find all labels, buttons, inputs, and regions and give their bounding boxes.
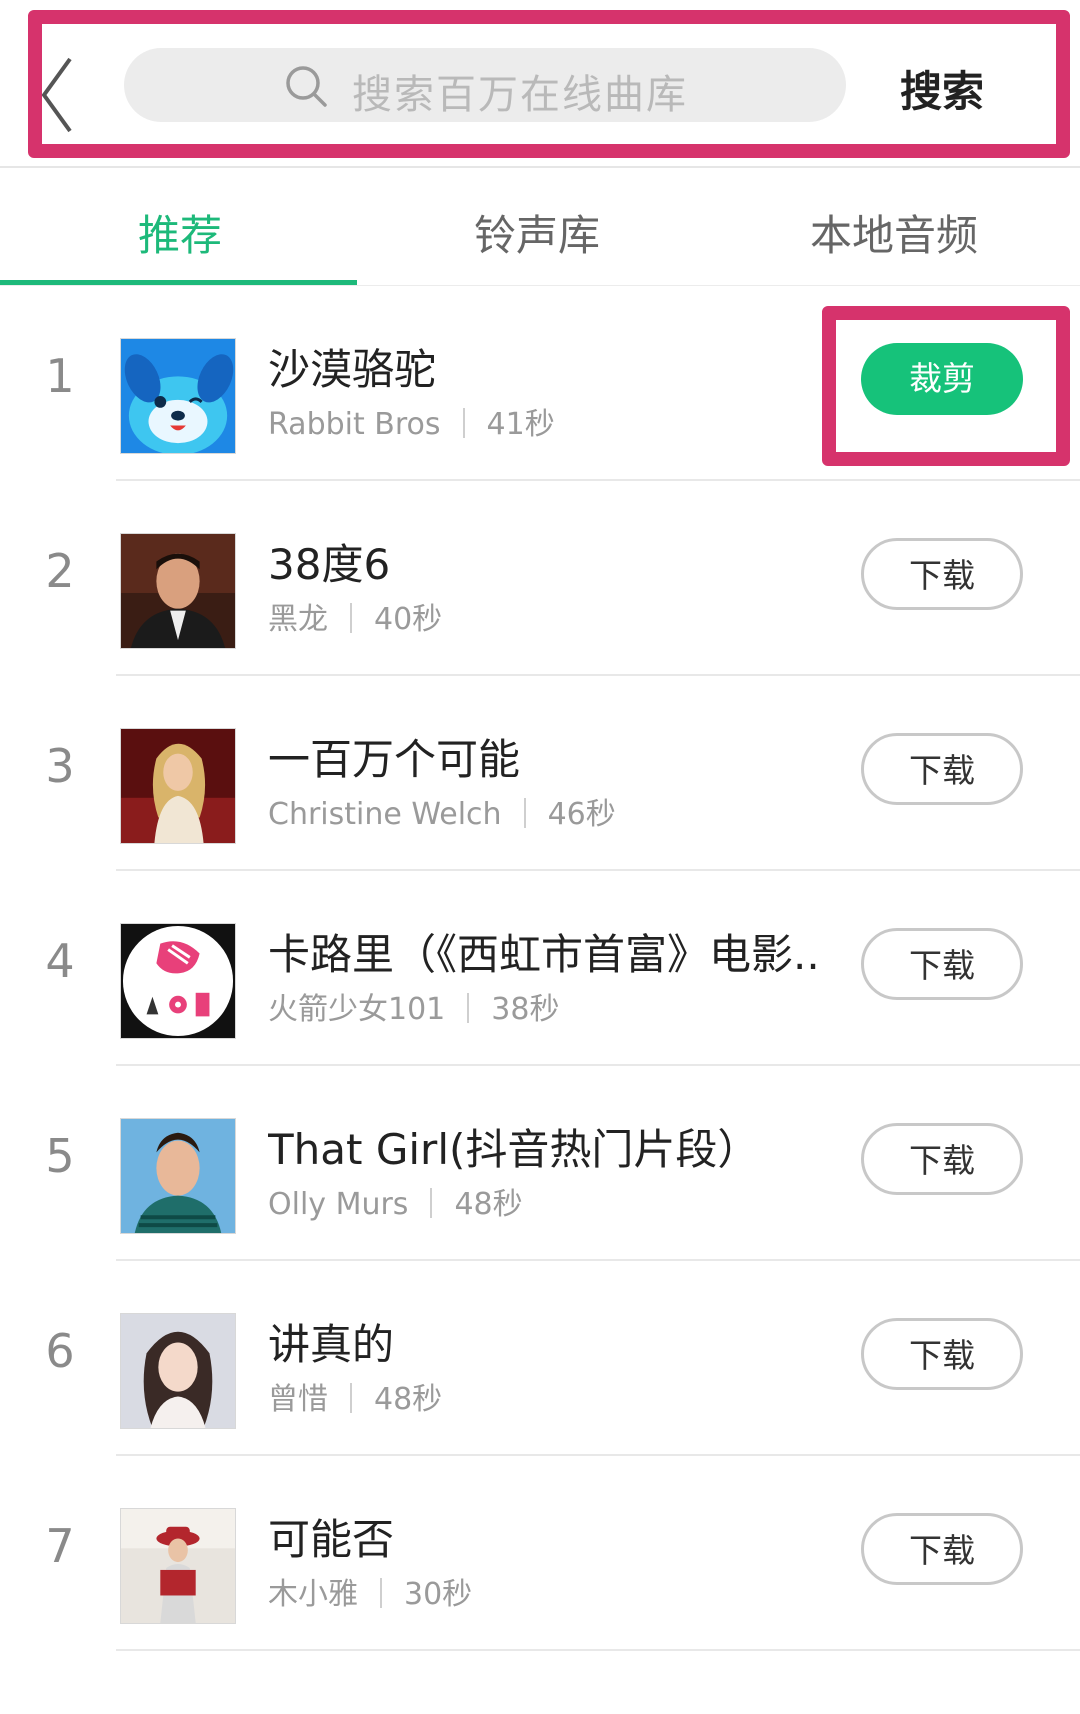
- tab-recommended[interactable]: 推荐: [0, 202, 360, 263]
- list-item[interactable]: 2 38度6 黑龙 40秒 下载: [0, 481, 1080, 676]
- rocket-girls-logo-cover-icon: [120, 923, 236, 1039]
- download-button[interactable]: 下载: [861, 1513, 1023, 1585]
- meta-separator: [430, 1188, 433, 1218]
- song-meta: Rabbit Bros 41秒: [268, 399, 555, 443]
- download-button[interactable]: 下载: [861, 733, 1023, 805]
- list-item[interactable]: 1 沙漠骆驼 Rabbit Bros 41秒 裁剪: [0, 286, 1080, 481]
- song-duration: 41秒: [486, 407, 555, 442]
- download-button[interactable]: 下载: [861, 1318, 1023, 1390]
- meta-separator: [350, 1383, 352, 1413]
- list-item[interactable]: 6 讲真的 曾惜 48秒 下载: [0, 1261, 1080, 1456]
- song-meta: 曾惜 48秒: [268, 1374, 442, 1418]
- song-artist: Christine Welch: [268, 797, 502, 832]
- blue-dog-cover-icon: [120, 338, 236, 454]
- man-portrait-cover-icon: [120, 533, 236, 649]
- meta-separator: [523, 798, 526, 828]
- woman-red-room-cover-icon: [120, 728, 236, 844]
- song-meta: 黑龙 40秒: [268, 594, 442, 638]
- song-artist: Rabbit Bros: [268, 407, 441, 442]
- list-item[interactable]: 7 可能否 木小雅 30秒 下载: [0, 1456, 1080, 1651]
- song-rank: 7: [45, 1519, 75, 1573]
- song-title: 可能否: [268, 1515, 395, 1564]
- tab-bar: 推荐 铃声库 本地音频: [0, 168, 1080, 286]
- tab-local-audio[interactable]: 本地音频: [714, 202, 1074, 263]
- list-item[interactable]: 3 一百万个可能 Christine Welch 46秒 下载: [0, 676, 1080, 871]
- song-duration: 30秒: [404, 1577, 473, 1612]
- song-title: 卡路里（《西虹市首富》电影..: [268, 930, 820, 979]
- crop-highlight-box: [822, 306, 1070, 466]
- song-title: 一百万个可能: [268, 735, 521, 784]
- song-duration: 38秒: [491, 992, 560, 1027]
- song-title: 讲真的: [268, 1320, 395, 1369]
- meta-separator: [467, 993, 470, 1023]
- list-item[interactable]: 5 That Girl(抖音热门片段） Olly Murs 48秒 下载: [0, 1066, 1080, 1261]
- song-duration: 40秒: [374, 602, 443, 637]
- song-meta: Olly Murs 48秒: [268, 1179, 523, 1223]
- song-artist: 火箭少女101: [268, 992, 446, 1027]
- top-search-bar: 搜索百万在线曲库 搜索: [0, 0, 1080, 170]
- meta-separator: [350, 603, 352, 633]
- woman-portrait-cover-icon: [120, 1313, 236, 1429]
- song-meta: 火箭少女101 38秒: [268, 984, 559, 1028]
- song-title: 沙漠骆驼: [268, 345, 437, 394]
- song-duration: 48秒: [374, 1382, 443, 1417]
- song-title: 38度6: [268, 540, 391, 589]
- tab-ringtone-library[interactable]: 铃声库: [357, 202, 717, 263]
- download-button[interactable]: 下载: [861, 538, 1023, 610]
- song-rank: 1: [45, 349, 75, 403]
- song-title: That Girl(抖音热门片段）: [268, 1125, 760, 1174]
- song-artist: Olly Murs: [268, 1187, 409, 1222]
- download-button[interactable]: 下载: [861, 1123, 1023, 1195]
- row-divider: [116, 1649, 1080, 1651]
- list-item[interactable]: 4 卡路里（《西虹市首富》电影.. 火箭少女101 38秒 下载: [0, 871, 1080, 1066]
- song-meta: 木小雅 30秒: [268, 1569, 472, 1613]
- song-artist: 黑龙: [268, 602, 328, 637]
- girl-red-hat-cover-icon: [120, 1508, 236, 1624]
- meta-separator: [380, 1578, 382, 1608]
- song-rank: 4: [45, 934, 75, 988]
- song-rank: 5: [45, 1129, 75, 1183]
- song-rank: 2: [45, 544, 75, 598]
- song-duration: 48秒: [454, 1187, 523, 1222]
- meta-separator: [462, 408, 465, 438]
- song-rank: 3: [45, 739, 75, 793]
- download-button[interactable]: 下载: [861, 928, 1023, 1000]
- song-meta: Christine Welch 46秒: [268, 789, 616, 833]
- song-artist: 曾惜: [268, 1382, 328, 1417]
- header-highlight-box: [28, 10, 1070, 158]
- man-blue-bg-cover-icon: [120, 1118, 236, 1234]
- song-rank: 6: [45, 1324, 75, 1378]
- song-duration: 46秒: [547, 797, 616, 832]
- song-artist: 木小雅: [268, 1577, 358, 1612]
